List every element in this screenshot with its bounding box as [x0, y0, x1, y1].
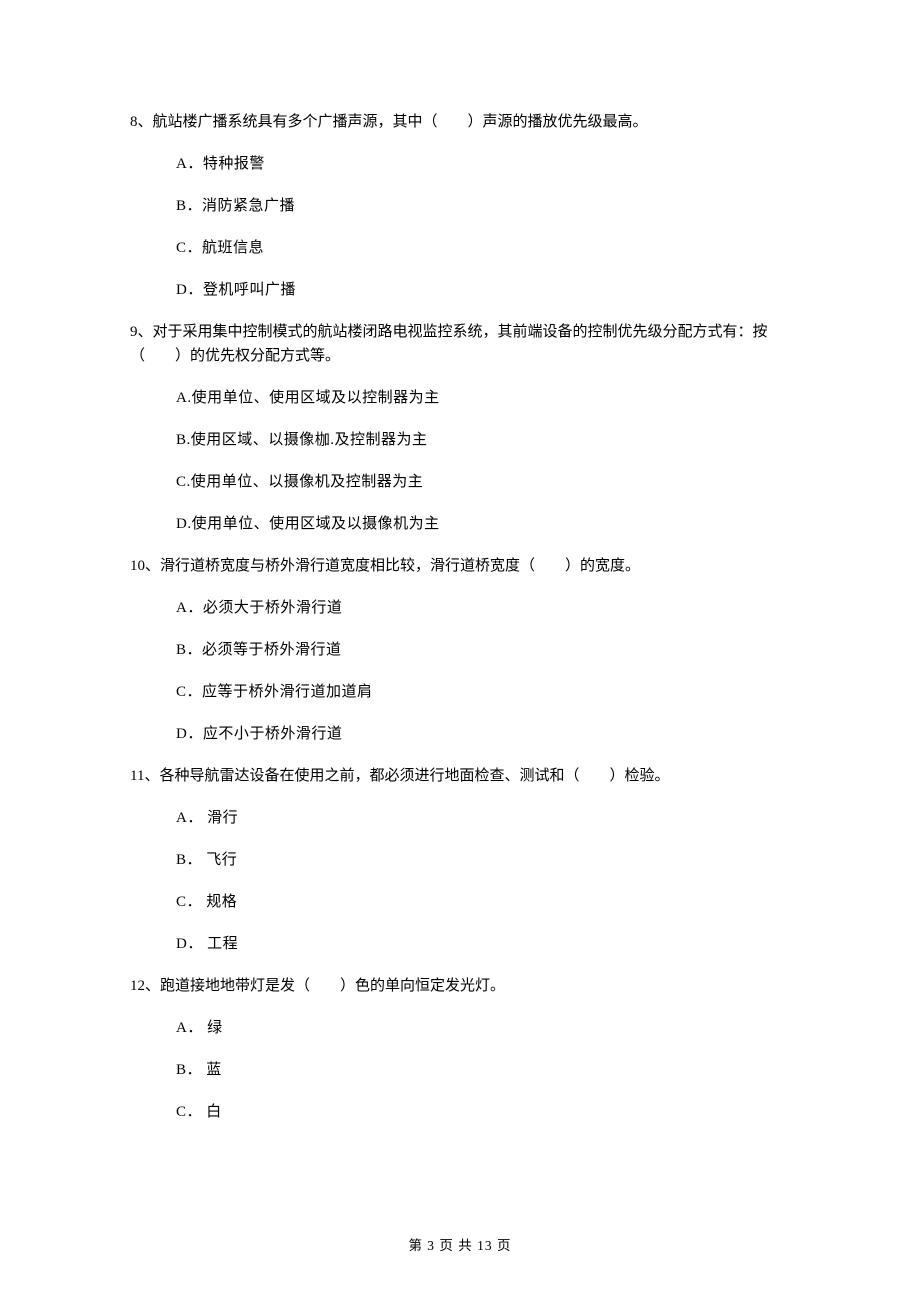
- question-9: 9、对于采用集中控制模式的航站楼闭路电视监控系统，其前端设备的控制优先级分配方式…: [130, 320, 790, 536]
- option-a: A.使用单位、使用区域及以控制器为主: [176, 386, 790, 410]
- option-a: A． 绿: [176, 1016, 790, 1040]
- option-d: D.使用单位、使用区域及以摄像机为主: [176, 512, 790, 536]
- option-d: D．登机呼叫广播: [176, 278, 790, 302]
- question-8: 8、航站楼广播系统具有多个广播声源，其中（ ）声源的播放优先级最高。 A．特种报…: [130, 110, 790, 302]
- question-number: 8、: [130, 114, 153, 130]
- option-c: C．应等于桥外滑行道加道肩: [176, 680, 790, 704]
- option-c: C． 规格: [176, 890, 790, 914]
- question-text: 滑行道桥宽度与桥外滑行道宽度相比较，滑行道桥宽度（ ）的宽度。: [160, 558, 640, 574]
- option-d: D． 工程: [176, 932, 790, 956]
- option-d: D．应不小于桥外滑行道: [176, 722, 790, 746]
- question-10: 10、滑行道桥宽度与桥外滑行道宽度相比较，滑行道桥宽度（ ）的宽度。 A．必须大…: [130, 554, 790, 746]
- option-b: B．必须等于桥外滑行道: [176, 638, 790, 662]
- option-b: B．消防紧急广播: [176, 194, 790, 218]
- question-stem: 11、各种导航雷达设备在使用之前，都必须进行地面检查、测试和（ ）检验。: [130, 764, 790, 788]
- option-c: C．航班信息: [176, 236, 790, 260]
- question-number: 9、: [130, 324, 153, 340]
- question-options: A． 滑行 B． 飞行 C． 规格 D． 工程: [130, 806, 790, 956]
- question-options: A.使用单位、使用区域及以控制器为主 B.使用区域、以摄像枷.及控制器为主 C.…: [130, 386, 790, 536]
- question-stem: 12、跑道接地地带灯是发（ ）色的单向恒定发光灯。: [130, 974, 790, 998]
- option-c: C． 白: [176, 1100, 790, 1124]
- question-stem: 10、滑行道桥宽度与桥外滑行道宽度相比较，滑行道桥宽度（ ）的宽度。: [130, 554, 790, 578]
- question-12: 12、跑道接地地带灯是发（ ）色的单向恒定发光灯。 A． 绿 B． 蓝 C． 白: [130, 974, 790, 1124]
- question-text: 跑道接地地带灯是发（ ）色的单向恒定发光灯。: [160, 978, 505, 994]
- question-options: A．必须大于桥外滑行道 B．必须等于桥外滑行道 C．应等于桥外滑行道加道肩 D．…: [130, 596, 790, 746]
- option-b: B.使用区域、以摄像枷.及控制器为主: [176, 428, 790, 452]
- question-number: 11、: [130, 768, 159, 784]
- question-text: 对于采用集中控制模式的航站楼闭路电视监控系统，其前端设备的控制优先级分配方式有：…: [130, 324, 768, 364]
- question-text: 各种导航雷达设备在使用之前，都必须进行地面检查、测试和（ ）检验。: [159, 768, 669, 784]
- option-a: A．必须大于桥外滑行道: [176, 596, 790, 620]
- question-text: 航站楼广播系统具有多个广播声源，其中（ ）声源的播放优先级最高。: [153, 114, 648, 130]
- question-11: 11、各种导航雷达设备在使用之前，都必须进行地面检查、测试和（ ）检验。 A． …: [130, 764, 790, 956]
- question-number: 12、: [130, 978, 160, 994]
- question-stem: 9、对于采用集中控制模式的航站楼闭路电视监控系统，其前端设备的控制优先级分配方式…: [130, 320, 790, 368]
- option-a: A．特种报警: [176, 152, 790, 176]
- page-content: 8、航站楼广播系统具有多个广播声源，其中（ ）声源的播放优先级最高。 A．特种报…: [0, 0, 920, 1182]
- option-b: B． 蓝: [176, 1058, 790, 1082]
- question-stem: 8、航站楼广播系统具有多个广播声源，其中（ ）声源的播放优先级最高。: [130, 110, 790, 134]
- option-c: C.使用单位、以摄像机及控制器为主: [176, 470, 790, 494]
- question-options: A．特种报警 B．消防紧急广播 C．航班信息 D．登机呼叫广播: [130, 152, 790, 302]
- option-a: A． 滑行: [176, 806, 790, 830]
- option-b: B． 飞行: [176, 848, 790, 872]
- question-options: A． 绿 B． 蓝 C． 白: [130, 1016, 790, 1124]
- question-number: 10、: [130, 558, 160, 574]
- page-footer: 第 3 页 共 13 页: [0, 1234, 920, 1254]
